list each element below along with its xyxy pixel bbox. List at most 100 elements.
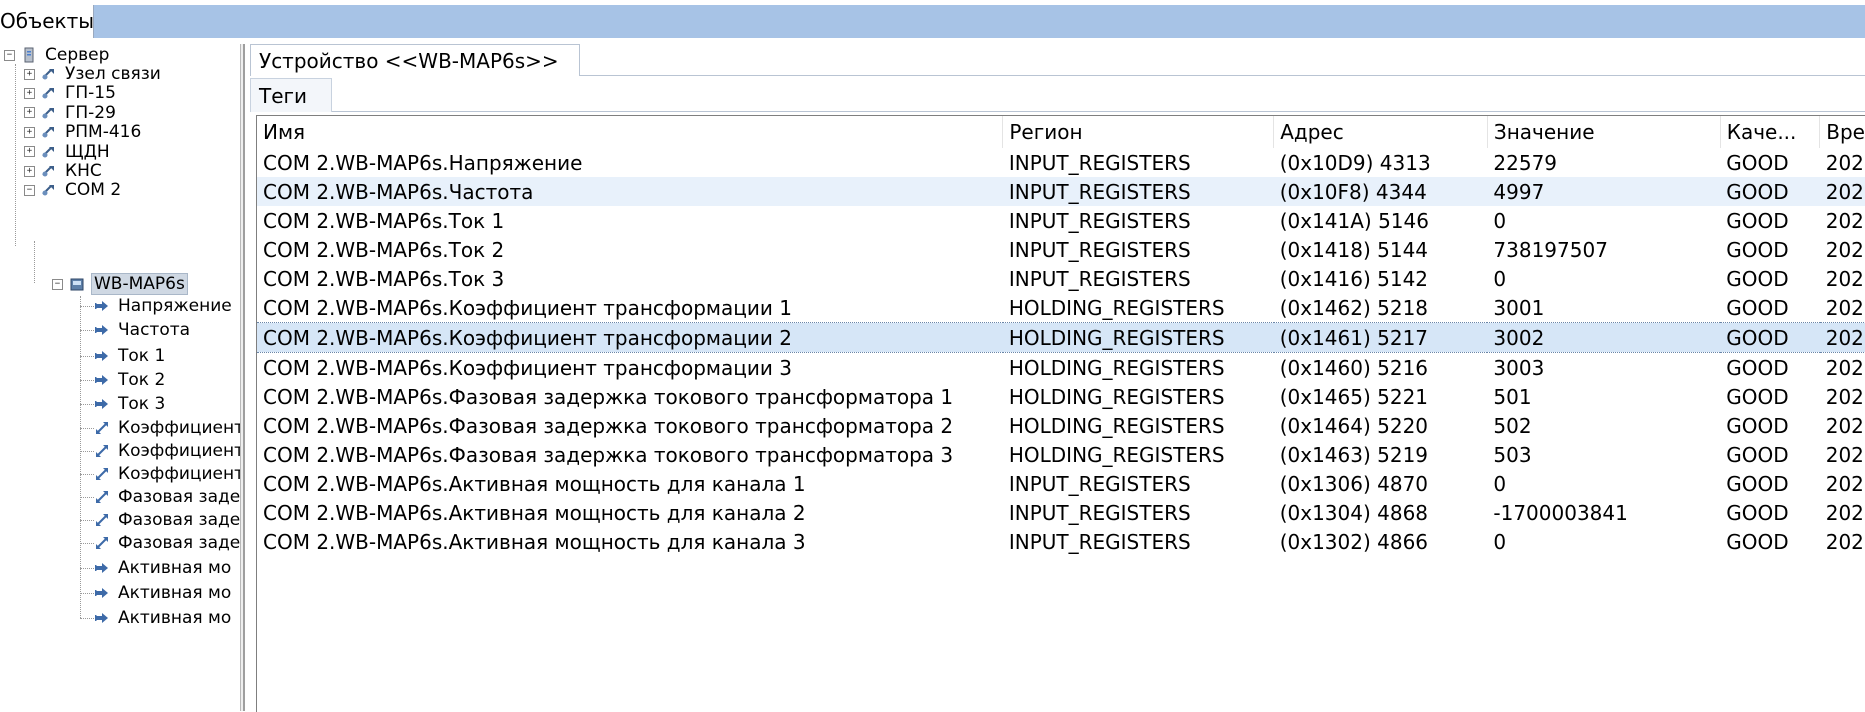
tab-device[interactable]: Устройство <<WB-MAP6s>>	[250, 44, 580, 76]
tag-input-icon	[95, 613, 108, 623]
tree-item-tag[interactable]: Частота	[94, 319, 192, 341]
cell-time: 202	[1825, 384, 1864, 409]
tree-item-tag[interactable]: Коэффициент	[94, 417, 240, 439]
tree-line	[80, 474, 94, 475]
tag-input-icon	[95, 301, 108, 311]
table-row[interactable]: COM 2.WB-MAP6s.Фазовая задержка токового…	[257, 411, 1865, 440]
cell-name: COM 2.WB-MAP6s.Коэффициент трансформации…	[257, 322, 1003, 353]
table-row[interactable]: COM 2.WB-MAP6s.Активная мощность для кан…	[257, 469, 1865, 498]
expand-icon[interactable]: +	[24, 165, 35, 177]
cell-value: 4997	[1487, 177, 1721, 206]
column-header-address[interactable]: Адрес	[1273, 116, 1488, 148]
cell-name: COM 2.WB-MAP6s.Ток 2	[263, 237, 505, 262]
column-header-value[interactable]: Значение	[1487, 116, 1721, 148]
cell-name: COM 2.WB-MAP6s.Коэффициент трансформации…	[263, 355, 792, 380]
tree-item-label: COM 2	[65, 180, 122, 201]
cell-time: 202	[1825, 150, 1864, 175]
tree-item-tag[interactable]: Фазовая заде	[94, 509, 240, 531]
object-tree[interactable]: − Сервер + Узел связи + ГП-15 + ГП-29 + РПМ-416…	[0, 44, 240, 711]
tag-input-icon	[95, 351, 108, 361]
cell-time: 202	[1825, 295, 1864, 320]
column-header-quality[interactable]: Каче...	[1720, 116, 1821, 148]
server-icon	[24, 47, 34, 63]
cell-address: (0x1463) 5219	[1279, 442, 1429, 467]
tree-item-tag[interactable]: Коэффициент	[94, 440, 240, 462]
table-row[interactable]: COM 2.WB-MAP6s.Частота INPUT_REGISTERS (0x…	[257, 177, 1865, 206]
expand-icon[interactable]: +	[24, 68, 35, 80]
cell-address: (0x1462) 5218	[1279, 295, 1429, 320]
tree-line	[80, 543, 94, 544]
tree-item-tag[interactable]: Напряжение	[94, 295, 234, 317]
table-row[interactable]: COM 2.WB-MAP6s.Коэффициент трансформации…	[257, 293, 1865, 323]
cell-time: 202	[1825, 355, 1864, 380]
tree-line	[80, 497, 94, 498]
tab-border	[580, 75, 1865, 76]
cell-time: 202	[1825, 471, 1864, 496]
tab-tags[interactable]: Теги	[250, 78, 332, 112]
tree-item-tag[interactable]: Активная мо	[94, 557, 233, 579]
expand-icon[interactable]: +	[24, 126, 35, 138]
tab-border	[332, 111, 1865, 112]
connection-node-icon	[42, 166, 54, 177]
table-row[interactable]: COM 2.WB-MAP6s.Фазовая задержка токового…	[257, 440, 1865, 469]
tree-item-tag[interactable]: Ток 2	[94, 369, 167, 391]
expand-icon[interactable]: +	[24, 87, 35, 99]
expand-icon[interactable]: +	[24, 107, 35, 119]
tree-item-tag[interactable]: Ток 3	[94, 393, 167, 415]
table-row[interactable]: COM 2.WB-MAP6s.Фазовая задержка токового…	[257, 382, 1865, 411]
table-row[interactable]: COM 2.WB-MAP6s.Ток 3 INPUT_REGISTERS (0x14…	[257, 264, 1865, 293]
panel-splitter[interactable]	[240, 44, 245, 711]
tree-item-tag[interactable]: Ток 1	[94, 345, 167, 367]
cell-time: 202	[1825, 237, 1864, 262]
cell-quality: GOOD	[1720, 177, 1820, 206]
tree-item-tag[interactable]: Коэффициент	[94, 463, 240, 485]
cell-address: (0x1461) 5217	[1273, 322, 1488, 353]
tree-line	[80, 428, 94, 429]
tree-item-tag[interactable]: Активная мо	[94, 582, 233, 604]
expand-icon[interactable]: +	[24, 146, 35, 158]
cell-time: 202	[1825, 529, 1864, 554]
cell-quality: GOOD	[1726, 442, 1789, 467]
tags-table: Имя Регион Адрес Значение Каче... Вре COM 2.W…	[257, 116, 1865, 556]
objects-panel-tab[interactable]: Объекты	[0, 5, 94, 38]
cell-address: (0x1418) 5144	[1279, 237, 1429, 262]
cell-region: INPUT_REGISTERS	[1008, 500, 1191, 525]
connection-node-icon	[42, 88, 54, 99]
tree-line	[80, 356, 94, 357]
tree-item-label: Напряжение	[118, 296, 232, 316]
tree-item-node[interactable]: − COM 2	[24, 179, 123, 201]
collapse-icon[interactable]: −	[52, 278, 63, 290]
tree-line	[80, 306, 94, 307]
table-row[interactable]: COM 2.WB-MAP6s.Коэффициент трансформации…	[257, 322, 1865, 353]
cell-time: 202	[1819, 322, 1865, 353]
table-row[interactable]: COM 2.WB-MAP6s.Активная мощность для кан…	[257, 527, 1865, 556]
tree-item-device[interactable]: − WB-MAP6s	[52, 273, 188, 295]
tree-item-tag[interactable]: Фазовая заде	[94, 532, 240, 554]
column-header-region[interactable]: Регион	[1002, 116, 1275, 148]
cell-quality: GOOD	[1726, 500, 1789, 525]
cell-address: (0x10F8) 4344	[1273, 177, 1488, 206]
tree-item-label: Коэффициент	[118, 464, 240, 484]
table-row[interactable]: COM 2.WB-MAP6s.Напряжение INPUT_REGISTERS…	[257, 148, 1865, 177]
column-header-name[interactable]: Имя	[257, 116, 1004, 148]
collapse-icon[interactable]: −	[24, 184, 35, 196]
table-row[interactable]: COM 2.WB-MAP6s.Ток 1 INPUT_REGISTERS (0x14…	[257, 206, 1865, 235]
tree-item-tag[interactable]: Фазовая заде	[94, 486, 240, 508]
column-header-time[interactable]: Вре	[1819, 116, 1865, 148]
tree-line	[80, 380, 94, 381]
tree-line	[80, 520, 94, 521]
cell-value: 0	[1493, 471, 1507, 496]
tag-input-icon	[95, 588, 108, 598]
table-row[interactable]: COM 2.WB-MAP6s.Ток 2 INPUT_REGISTERS (0x14…	[257, 235, 1865, 264]
tag-holding-icon	[96, 491, 108, 503]
tags-grid[interactable]: Имя Регион Адрес Значение Каче... Вре COM 2.W…	[256, 115, 1865, 712]
table-row[interactable]: COM 2.WB-MAP6s.Активная мощность для кан…	[257, 498, 1865, 527]
cell-quality: GOOD	[1726, 384, 1789, 409]
tree-item-tag[interactable]: Активная мо	[94, 607, 233, 629]
tag-holding-icon	[96, 445, 108, 457]
connection-node-icon	[42, 107, 54, 119]
cell-value: 3001	[1493, 295, 1545, 320]
collapse-icon[interactable]: −	[4, 49, 15, 61]
cell-quality: GOOD	[1726, 529, 1789, 554]
table-row[interactable]: COM 2.WB-MAP6s.Коэффициент трансформации…	[257, 353, 1865, 383]
